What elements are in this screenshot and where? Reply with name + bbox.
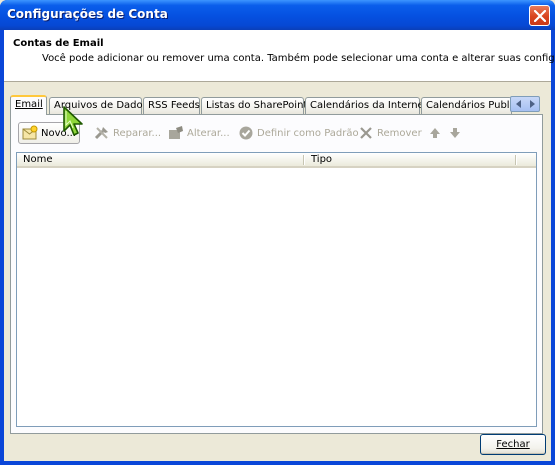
account-toolbar: Novo... Reparar... Alterar... Definir co… (15, 122, 535, 146)
tab-label: Calendários Publica (426, 100, 511, 111)
tab-label: Calendários da Internet (310, 100, 428, 111)
window-title: Configurações de Conta (7, 7, 168, 21)
title-bar[interactable]: Configurações de Conta (0, 0, 555, 30)
close-button[interactable]: Fechar (480, 434, 546, 455)
mouse-cursor-icon (62, 105, 86, 142)
remove-label: Remover (377, 127, 422, 139)
close-button-label: Fechar (496, 439, 530, 450)
move-down-button[interactable] (444, 122, 469, 144)
tab-strip: Email Arquivos de Dados RSS Feeds Listas… (10, 95, 540, 115)
header-title: Contas de Email (13, 38, 104, 49)
remove-x-icon (358, 125, 374, 141)
change-icon (168, 125, 184, 141)
chevron-left-icon[interactable] (515, 100, 523, 108)
tab-email[interactable]: Email (10, 95, 47, 115)
set-default-button[interactable]: Definir como Padrão (235, 122, 362, 144)
tab-label: Listas do SharePoint (206, 100, 308, 111)
column-divider[interactable] (515, 155, 516, 165)
tab-listas-sharepoint[interactable]: Listas do SharePoint (201, 97, 308, 114)
dialog-header: Contas de Email Você pode adicionar ou r… (4, 30, 555, 82)
accounts-list[interactable]: Nome Tipo (16, 152, 537, 427)
email-tab-panel: Novo... Reparar... Alterar... Definir co… (10, 114, 543, 434)
tab-label: RSS Feeds (148, 100, 200, 111)
arrow-down-icon (447, 125, 463, 141)
tab-calendarios-internet[interactable]: Calendários da Internet (305, 97, 428, 114)
close-icon (534, 10, 546, 22)
list-header: Nome Tipo (17, 153, 536, 168)
tab-calendarios-publicados[interactable]: Calendários Publica (421, 97, 512, 114)
header-description: Você pode adicionar ou remover uma conta… (42, 53, 555, 64)
remove-button[interactable]: Remover (355, 122, 425, 144)
change-button[interactable]: Alterar... (165, 122, 233, 144)
account-settings-window: Configurações de Conta Contas de Email V… (0, 0, 555, 465)
check-circle-icon (238, 125, 254, 141)
set-default-label: Definir como Padrão (257, 127, 359, 139)
repair-button[interactable]: Reparar... (91, 122, 164, 144)
new-account-icon (22, 125, 38, 141)
close-window-button[interactable] (529, 5, 550, 26)
chevron-right-icon[interactable] (528, 100, 536, 108)
column-header-tipo[interactable]: Tipo (305, 153, 515, 167)
column-header-nome[interactable]: Nome (17, 153, 304, 167)
arrow-up-icon (427, 125, 443, 141)
tab-scroll-buttons[interactable] (510, 96, 540, 112)
tab-rss-feeds[interactable]: RSS Feeds (143, 97, 200, 114)
change-label: Alterar... (187, 127, 230, 139)
repair-label: Reparar... (113, 127, 162, 139)
column-divider[interactable] (303, 155, 304, 165)
repair-icon (94, 125, 110, 141)
dialog-client: Contas de Email Você pode adicionar ou r… (4, 30, 555, 461)
tab-label: Email (15, 99, 43, 110)
